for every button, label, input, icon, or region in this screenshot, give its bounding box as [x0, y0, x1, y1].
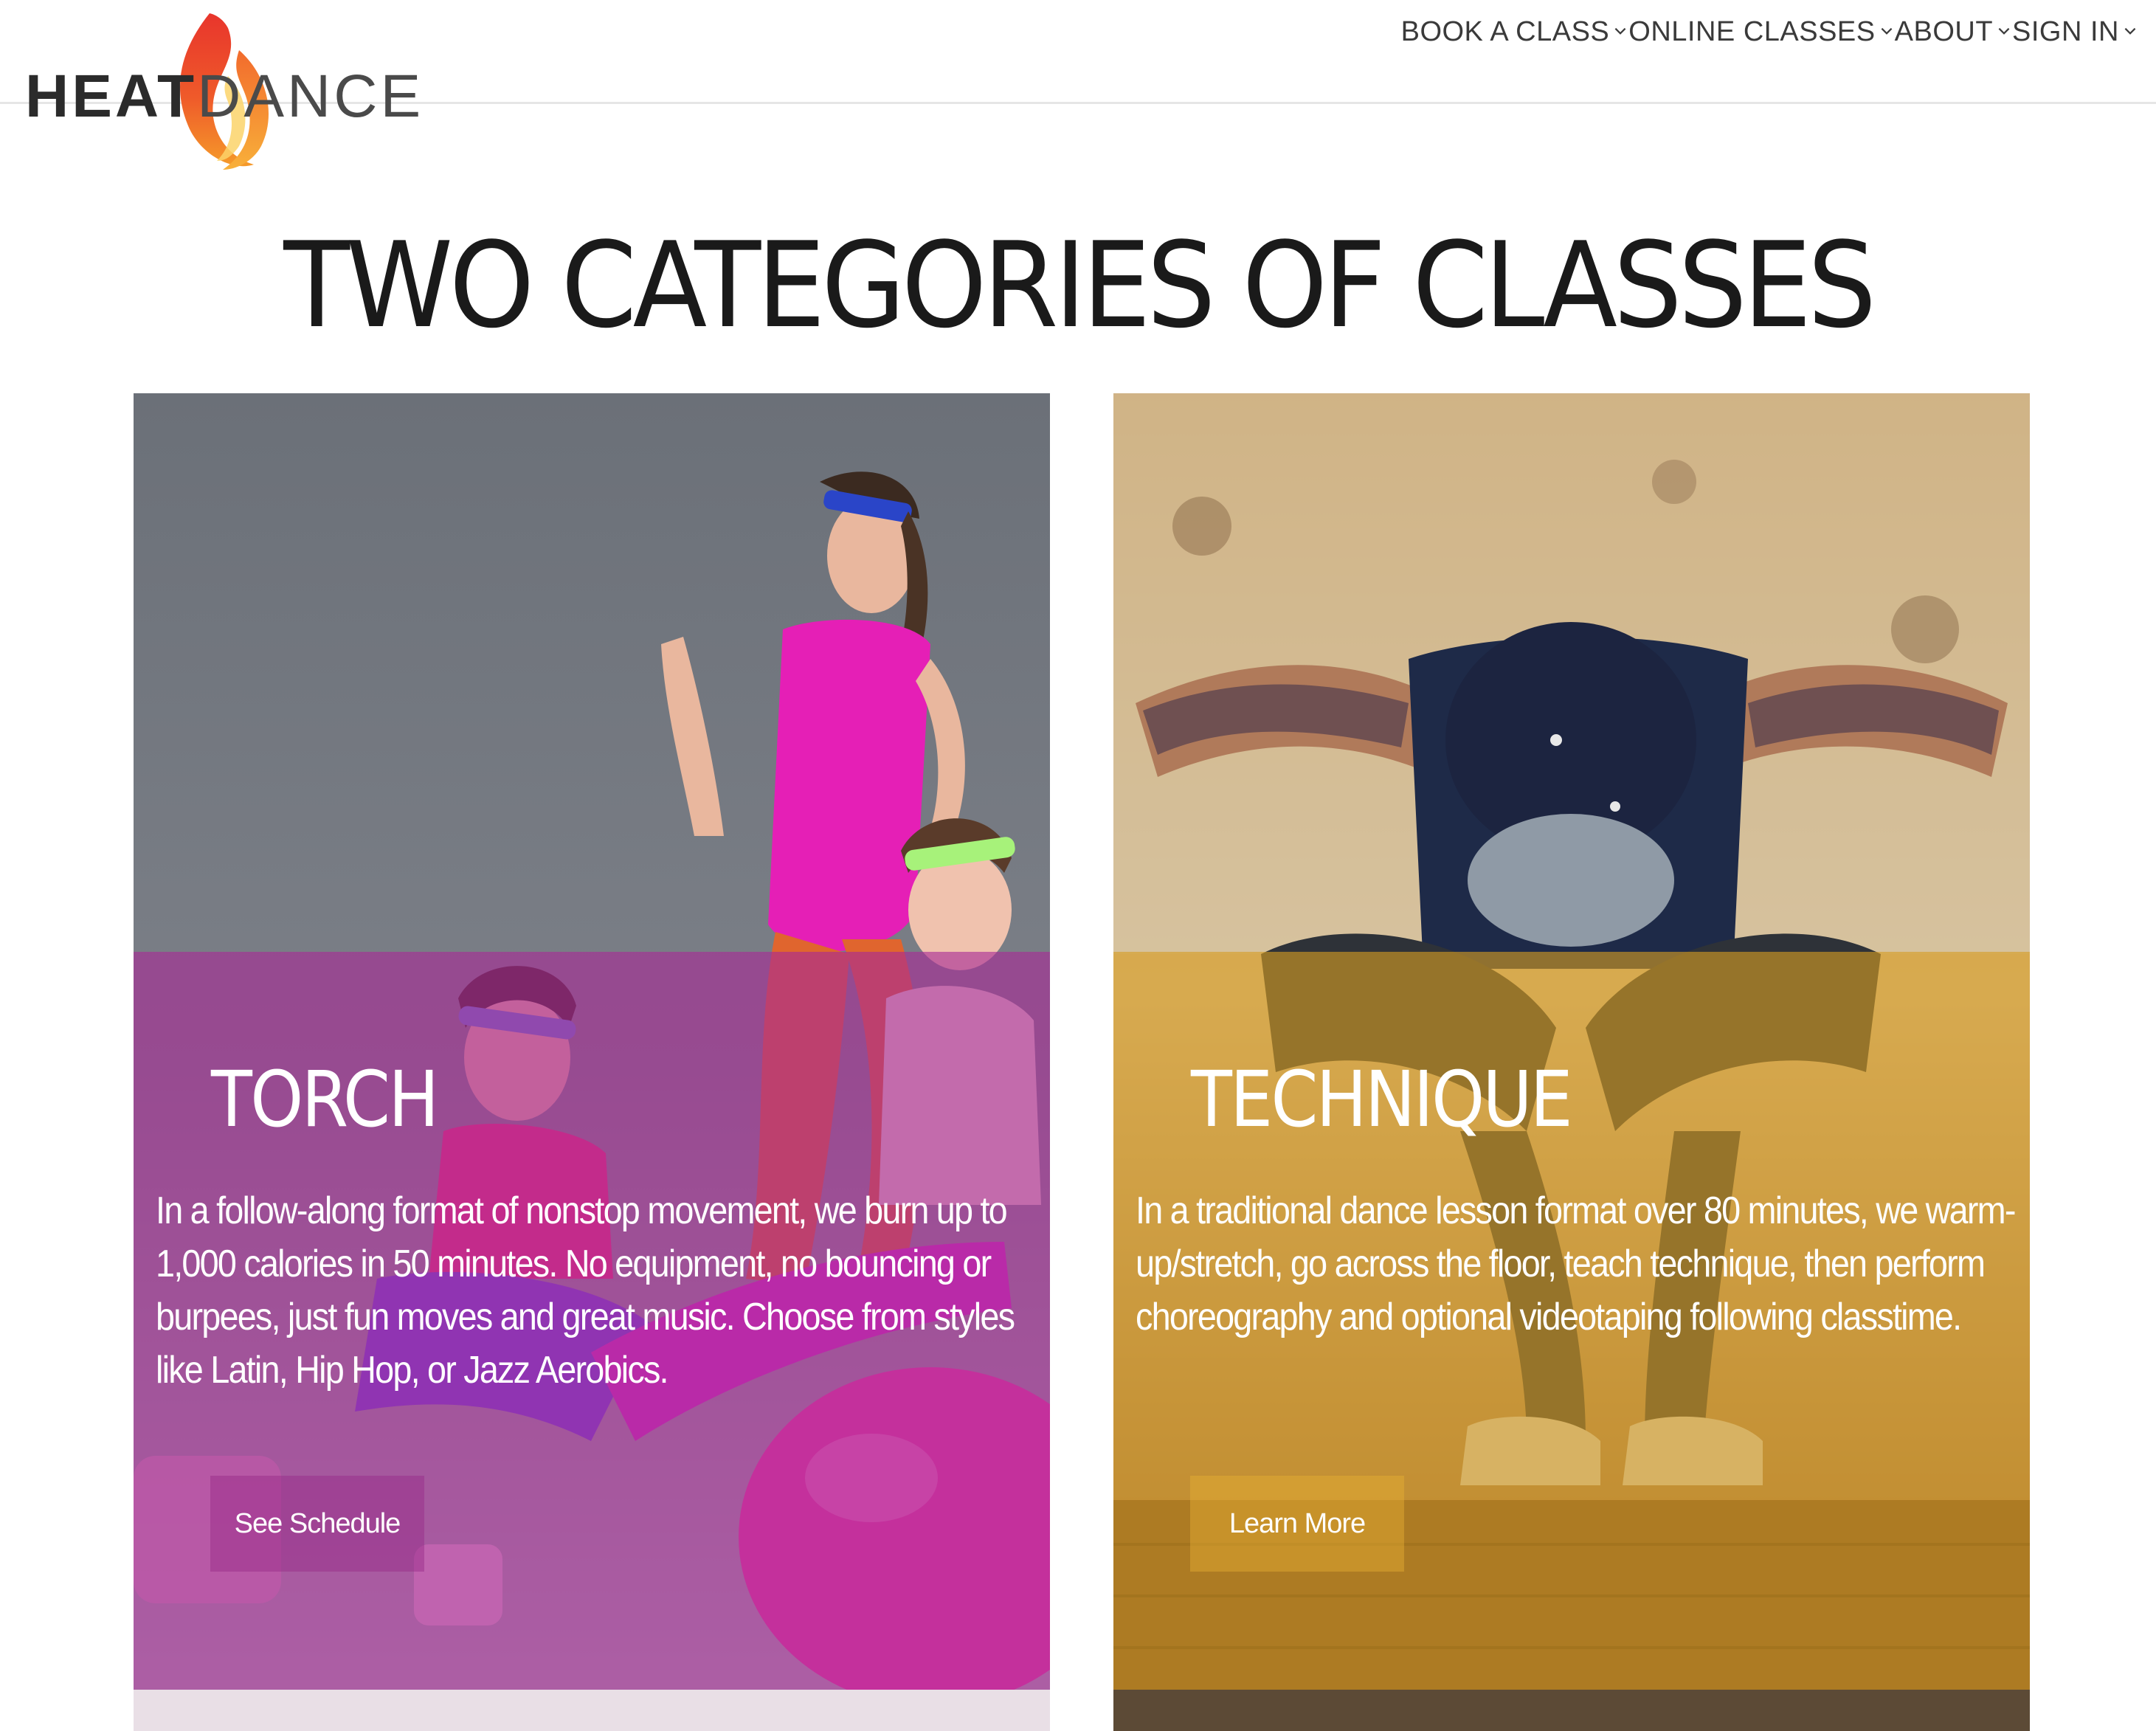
chevron-down-icon	[1614, 27, 1626, 35]
nav-item-sign-in[interactable]: SIGN IN	[2012, 16, 2138, 48]
nav-item-label: ONLINE CLASSES	[1628, 16, 1876, 47]
chevron-down-icon	[1998, 27, 2010, 35]
site-header: HEATDANCE BOOK A CLASS ONLINE CLASSES AB…	[0, 0, 2156, 170]
nav-item-online-classes[interactable]: ONLINE CLASSES	[1628, 16, 1894, 48]
logo-dance-text: DANCE	[197, 63, 424, 130]
nav-item-about[interactable]: ABOUT	[1895, 16, 2012, 48]
nav-item-label: ABOUT	[1894, 16, 1994, 47]
page: HEATDANCE BOOK A CLASS ONLINE CLASSES AB…	[0, 0, 2156, 1731]
class-card-technique: TECHNIQUE In a traditional dance lesson …	[1113, 393, 2030, 1731]
card-heading: TORCH	[211, 1054, 439, 1144]
main-nav: BOOK A CLASS ONLINE CLASSES ABOUT SIGN I…	[1401, 16, 2138, 48]
card-description: In a traditional dance lesson format ove…	[1136, 1189, 2016, 1338]
logo-heat-text: HEAT	[25, 63, 198, 130]
nav-item-label: SIGN IN	[2012, 16, 2119, 47]
page-title: TWO CATEGORIES OF CLASSES	[283, 216, 1876, 355]
logo-wordmark: HEATDANCE	[25, 66, 424, 127]
nav-item-label: BOOK A CLASS	[1400, 16, 1610, 47]
nav-item-book-a-class[interactable]: BOOK A CLASS	[1401, 16, 1629, 48]
see-schedule-button[interactable]: See Schedule	[210, 1476, 424, 1572]
learn-more-button[interactable]: Learn More	[1190, 1476, 1404, 1572]
site-logo[interactable]: HEATDANCE	[25, 6, 421, 176]
chevron-down-icon	[1881, 27, 1893, 35]
card-bottom-strip	[134, 1690, 1050, 1731]
card-heading: TECHNIQUE	[1191, 1054, 1573, 1144]
card-description: In a follow-along format of nonstop move…	[156, 1189, 1015, 1392]
class-card-torch: TORCH In a follow-along format of nonsto…	[134, 393, 1050, 1731]
chevron-down-icon	[2124, 27, 2136, 35]
card-bottom-strip	[1113, 1690, 2030, 1731]
